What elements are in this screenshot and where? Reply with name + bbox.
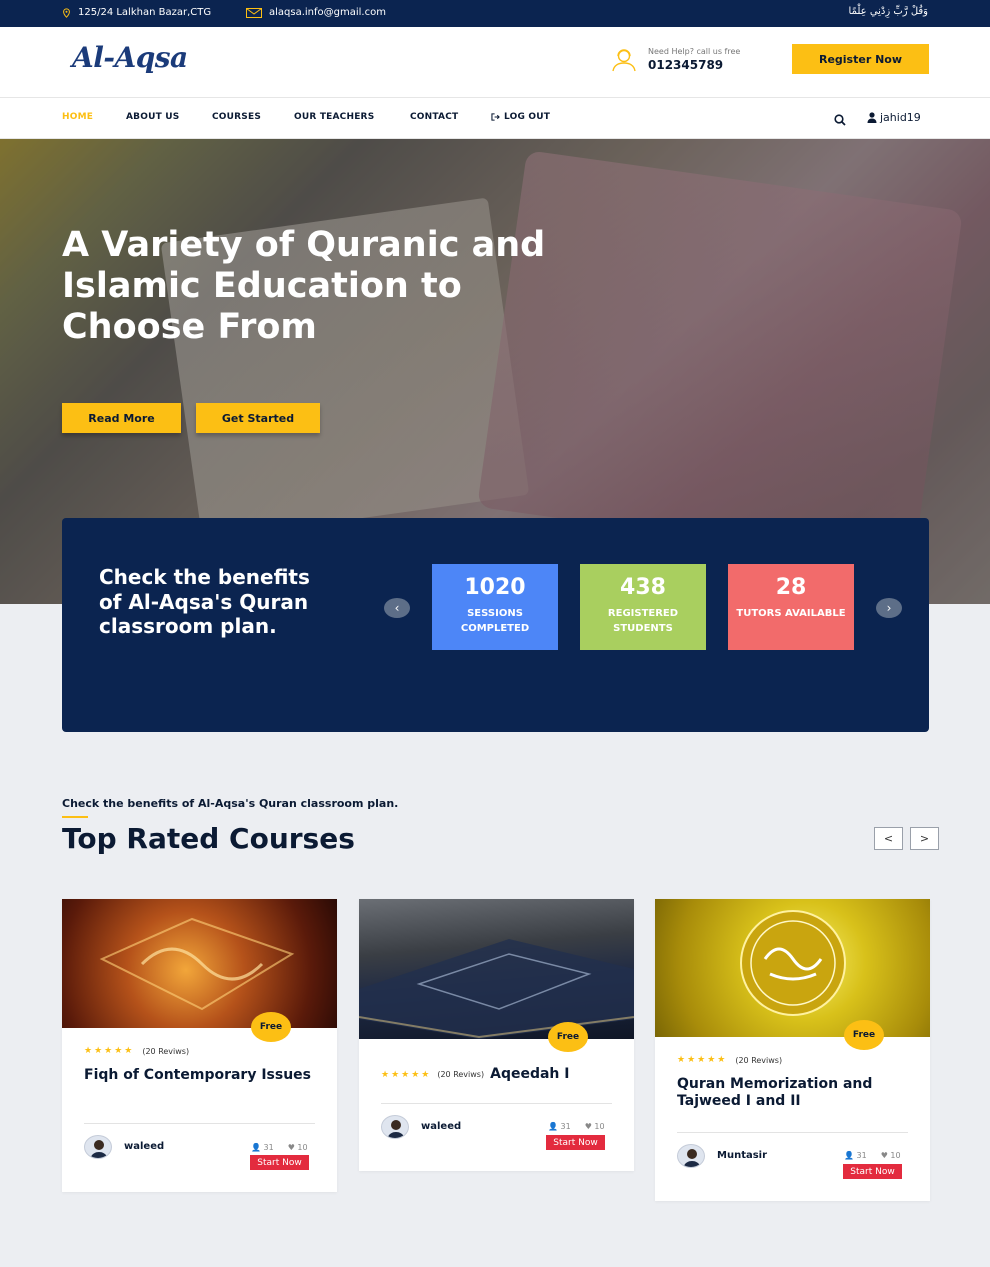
courses-title: Top Rated Courses [62, 822, 355, 855]
nav-courses[interactable]: COURSES [212, 112, 261, 122]
chevron-right-icon: > [919, 832, 930, 845]
stat-label: SESSIONS COMPLETED [460, 608, 530, 634]
course-title[interactable]: Aqeedah I [490, 1066, 569, 1083]
author-name[interactable]: waleed [124, 1141, 164, 1152]
user-icon: 👤 [844, 1151, 854, 1160]
review-count: (20 Reviws) [437, 1070, 485, 1079]
calligraphy-medallion [740, 910, 846, 1016]
stat-card-tutors: 28 TUTORS AVAILABLE [728, 564, 854, 650]
review-count: (20 Reviws) [142, 1046, 190, 1056]
heart-icon: ♥ [287, 1143, 295, 1152]
course-image-aqeedah [359, 899, 634, 1039]
start-now-button[interactable]: Start Now [546, 1135, 605, 1150]
likes-count: ♥ 10 [287, 1143, 308, 1152]
students-count: 👤 31 [548, 1122, 571, 1131]
stat-value: 438 [620, 575, 666, 600]
nav-log-out[interactable]: LOG OUT [491, 112, 550, 122]
author-avatar [677, 1144, 705, 1168]
help-label: Need Help? call us free [648, 47, 741, 56]
top-bar: 125/24 Lalkhan Bazar,CTG alaqsa.info@gma… [0, 0, 990, 27]
likes-count: ♥ 10 [584, 1122, 605, 1131]
stat-value: 1020 [464, 575, 526, 600]
get-started-button[interactable]: Get Started [196, 403, 320, 433]
author-name[interactable]: Muntasir [717, 1150, 767, 1161]
course-title[interactable]: Fiqh of Contemporary Issues [84, 1067, 314, 1084]
site-logo[interactable]: Al-Aqsa [72, 41, 188, 74]
stat-value: 28 [775, 575, 807, 600]
course-meta: 👤 31 ♥ 10 [251, 1143, 308, 1152]
help-contact: Need Help? call us free 012345789 [610, 47, 740, 72]
chevron-left-icon: ‹ [394, 601, 400, 615]
courses-prev-button[interactable]: < [874, 827, 903, 850]
user-icon: 👤 [251, 1143, 261, 1152]
user-menu[interactable]: jahid19 [867, 111, 921, 124]
heart-icon: ♥ [880, 1151, 888, 1160]
author-avatar [84, 1135, 112, 1159]
envelope-icon [246, 7, 262, 18]
course-card[interactable]: Free ★★★★★ (20 Reviws) Aqeedah I waleed … [359, 899, 634, 1171]
likes-count: ♥ 10 [880, 1151, 901, 1160]
heading-underline [62, 816, 88, 818]
address: 125/24 Lalkhan Bazar,CTG [62, 7, 211, 18]
rating-stars: ★★★★★ [677, 1055, 728, 1065]
sign-out-icon [491, 113, 500, 121]
chevron-left-icon: < [883, 832, 894, 845]
course-meta: 👤 31 ♥ 10 [548, 1122, 605, 1131]
course-card[interactable]: Free ★★★★★ (20 Reviws) Quran Memorizatio… [655, 899, 930, 1201]
course-image-tafseer [655, 899, 930, 1037]
course-image-fiqh [62, 899, 337, 1028]
stat-label: TUTORS AVAILABLE [736, 608, 846, 619]
course-meta: 👤 31 ♥ 10 [844, 1151, 901, 1160]
stats-heading: Check the benefits of Al-Aqsa's Quran cl… [99, 565, 310, 638]
register-now-button[interactable]: Register Now [792, 44, 929, 74]
stat-card-sessions: 1020 SESSIONS COMPLETED [432, 564, 558, 650]
students-count: 👤 31 [251, 1143, 274, 1152]
courses-subheading: Check the benefits of Al-Aqsa's Quran cl… [62, 797, 399, 810]
stat-card-students: 438 REGISTERED STUDENTS [580, 564, 706, 650]
help-phone[interactable]: 012345789 [648, 58, 740, 72]
nav-log-out-label: LOG OUT [504, 112, 551, 122]
stats-panel: Check the benefits of Al-Aqsa's Quran cl… [62, 518, 929, 732]
map-pin-icon [63, 7, 70, 18]
user-icon [867, 112, 877, 123]
course-card[interactable]: Free ★★★★★ (20 Reviws) Fiqh of Contempor… [62, 899, 337, 1192]
username: jahid19 [880, 111, 921, 124]
nav-home[interactable]: HOME [62, 112, 93, 122]
nav-contact[interactable]: CONTACT [410, 112, 458, 122]
rating-stars: ★★★★★ [84, 1046, 135, 1056]
main-nav: HOME ABOUT US COURSES OUR TEACHERS CONTA… [0, 98, 990, 139]
stats-prev-arrow[interactable]: ‹ [384, 598, 410, 618]
address-text: 125/24 Lalkhan Bazar,CTG [78, 7, 212, 18]
email[interactable]: alaqsa.info@gmail.com [246, 7, 386, 18]
quran-cover-illustration [99, 917, 295, 1011]
rating-stars: ★★★★★ [381, 1069, 432, 1080]
header: Al-Aqsa Need Help? call us free 01234578… [0, 27, 990, 98]
chevron-right-icon: › [886, 601, 892, 615]
nav-about-us[interactable]: ABOUT US [126, 112, 179, 122]
start-now-button[interactable]: Start Now [250, 1155, 309, 1170]
search-icon[interactable] [834, 111, 846, 130]
heart-icon: ♥ [584, 1122, 592, 1131]
read-more-button[interactable]: Read More [62, 403, 181, 433]
email-text[interactable]: alaqsa.info@gmail.com [269, 7, 386, 18]
course-title[interactable]: Quran Memorization and Tajweed I and II [677, 1076, 907, 1110]
author-name[interactable]: waleed [421, 1121, 461, 1132]
start-now-button[interactable]: Start Now [843, 1164, 902, 1179]
stats-next-arrow[interactable]: › [876, 598, 902, 618]
user-icon: 👤 [548, 1122, 558, 1131]
stat-label: REGISTERED STUDENTS [607, 608, 679, 634]
price-badge: Free [548, 1022, 588, 1052]
hero-title: A Variety of Quranic and Islamic Educati… [62, 225, 546, 347]
review-count: (20 Reviws) [735, 1055, 783, 1065]
quran-cover-illustration [359, 939, 634, 1039]
courses-next-button[interactable]: > [910, 827, 939, 850]
price-badge: Free [251, 1012, 291, 1042]
support-agent-icon [612, 48, 636, 71]
arabic-verse: وَقُلْ رَّبِّ زِدْنِي عِلْمًا [848, 6, 928, 17]
students-count: 👤 31 [844, 1151, 867, 1160]
nav-our-teachers[interactable]: OUR TEACHERS [294, 112, 374, 122]
price-badge: Free [844, 1020, 884, 1050]
author-avatar [381, 1115, 409, 1139]
